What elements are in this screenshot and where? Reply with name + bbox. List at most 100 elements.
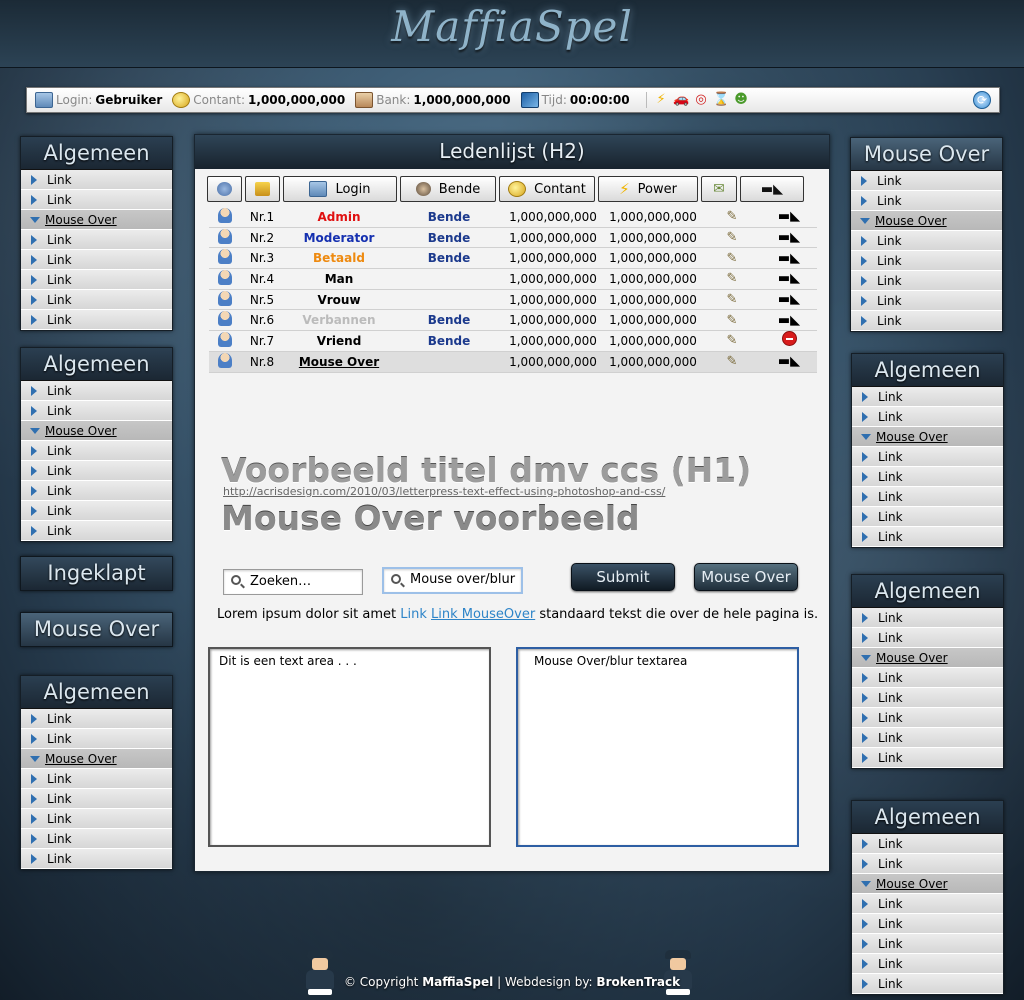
attack-column-button[interactable]: ▬◣ [740, 176, 804, 202]
message-column-button[interactable]: ✉ [701, 176, 737, 202]
menu-link[interactable]: Link [852, 708, 1003, 728]
search-input[interactable]: Zoeken… [223, 569, 363, 595]
send-message-icon[interactable]: ✎ [703, 251, 761, 266]
menu-title[interactable]: Algemeen [21, 137, 172, 170]
member-name[interactable]: Vrouw [283, 293, 395, 307]
table-row[interactable]: Nr.8 Mouse Over 1,000,000,000 1,000,000,000… [209, 351, 817, 373]
sort-power-button[interactable]: ⚡ Power [598, 176, 698, 202]
car-icon[interactable]: 🚗 [673, 92, 690, 108]
menu-link[interactable]: Link [852, 527, 1003, 547]
menu-link[interactable]: Mouse Over [21, 421, 172, 441]
send-message-icon[interactable]: ✎ [703, 333, 761, 348]
member-gang[interactable]: Bende [395, 313, 503, 327]
textarea-focused[interactable]: Mouse Over/blur textarea [516, 647, 799, 847]
mouse-over-button[interactable]: Mouse Over [694, 563, 798, 591]
gun-icon[interactable]: ▬◣ [761, 292, 817, 307]
menu-link[interactable]: Link [852, 688, 1003, 708]
menu-link[interactable]: Link [852, 728, 1003, 748]
menu-title[interactable]: Algemeen [852, 575, 1003, 608]
send-message-icon[interactable]: ✎ [703, 271, 761, 286]
menu-link[interactable]: Link [851, 171, 1002, 191]
menu-link[interactable]: Link [21, 769, 172, 789]
menu-link[interactable]: Link [21, 729, 172, 749]
sort-contant-button[interactable]: Contant [499, 176, 595, 202]
send-message-icon[interactable]: ✎ [703, 292, 761, 307]
menu-title[interactable]: Algemeen [21, 348, 172, 381]
menu-title[interactable]: Mouse Over [851, 138, 1002, 171]
sort-status-button[interactable] [207, 176, 242, 202]
menu-link[interactable]: Link [852, 628, 1003, 648]
sort-rank-button[interactable] [245, 176, 280, 202]
inline-link-hover[interactable]: Link MouseOver [431, 607, 535, 622]
site-logo[interactable]: MaffiaSpel [0, 2, 1024, 51]
menu-link[interactable]: Link [21, 461, 172, 481]
table-row[interactable]: Nr.7 Vriend Bende 1,000,000,000 1,000,000,00… [209, 331, 817, 352]
gun-icon[interactable]: ▬◣ [761, 313, 817, 328]
menu-link[interactable]: Link [851, 191, 1002, 211]
menu-link[interactable]: Link [21, 521, 172, 541]
menu-link[interactable]: Link [852, 387, 1003, 407]
menu-link[interactable]: Link [852, 834, 1003, 854]
menu-link[interactable]: Link [21, 501, 172, 521]
menu-link[interactable]: Link [852, 507, 1003, 527]
menu-link[interactable]: Link [851, 271, 1002, 291]
gun-icon[interactable]: ▬◣ [761, 271, 817, 286]
send-message-icon[interactable]: ✎ [703, 313, 761, 328]
menu-link[interactable]: Link [21, 290, 172, 310]
menu-link[interactable]: Mouse Over [851, 211, 1002, 231]
hourglass-icon[interactable]: ⌛ [713, 92, 730, 108]
menu-link[interactable]: Link [21, 481, 172, 501]
menu-link[interactable]: Mouse Over [852, 874, 1003, 894]
menu-link[interactable]: Link [852, 487, 1003, 507]
member-name[interactable]: Man [283, 272, 395, 286]
block-icon[interactable] [761, 331, 817, 350]
member-name[interactable]: Vriend [283, 334, 395, 348]
menu-link[interactable]: Link [852, 748, 1003, 768]
gun-icon[interactable]: ▬◣ [761, 209, 817, 224]
menu-link[interactable]: Link [21, 170, 172, 190]
menu-link[interactable]: Link [21, 250, 172, 270]
table-row[interactable]: Nr.1 Admin Bende 1,000,000,000 1,000,000,000… [209, 207, 817, 228]
menu-link[interactable]: Link [21, 441, 172, 461]
menu-link[interactable]: Link [21, 789, 172, 809]
member-name[interactable]: Betaald [283, 251, 395, 265]
footer-designer[interactable]: BrokenTrack [596, 975, 680, 989]
menu-link[interactable]: Link [21, 809, 172, 829]
table-row[interactable]: Nr.5 Vrouw 1,000,000,000 1,000,000,000 ✎ ▬◣ [209, 290, 817, 311]
menu-link[interactable]: Link [21, 849, 172, 869]
textarea[interactable]: Dit is een text area . . . [208, 647, 491, 847]
menu-title[interactable]: Algemeen [852, 801, 1003, 834]
gun-icon[interactable]: ▬◣ [761, 251, 817, 266]
member-gang[interactable]: Bende [395, 251, 503, 265]
menu-link[interactable]: Link [21, 270, 172, 290]
menu-link[interactable]: Link [852, 914, 1003, 934]
menu-link[interactable]: Link [21, 401, 172, 421]
menu-link[interactable]: Link [852, 668, 1003, 688]
menu-link[interactable]: Link [21, 190, 172, 210]
table-row[interactable]: Nr.6 Verbannen Bende 1,000,000,000 1,000,000… [209, 310, 817, 332]
menu-collapsed[interactable]: Ingeklapt [20, 556, 173, 591]
menu-link[interactable]: Link [21, 709, 172, 729]
menu-link[interactable]: Mouse Over [852, 427, 1003, 447]
menu-link[interactable]: Mouse Over [852, 648, 1003, 668]
menu-link[interactable]: Link [851, 231, 1002, 251]
member-name[interactable]: Verbannen [283, 313, 395, 327]
footer-brand[interactable]: MaffiaSpel [422, 975, 493, 989]
menu-link[interactable]: Link [21, 230, 172, 250]
menu-title[interactable]: Algemeen [852, 354, 1003, 387]
member-gang[interactable]: Bende [395, 210, 503, 224]
menu-link[interactable]: Mouse Over [21, 749, 172, 769]
gun-icon[interactable]: ▬◣ [761, 354, 817, 369]
member-gang[interactable]: Bende [395, 231, 503, 245]
menu-link[interactable]: Link [852, 934, 1003, 954]
menu-link[interactable]: Link [852, 447, 1003, 467]
table-row[interactable]: Nr.4 Man 1,000,000,000 1,000,000,000 ✎ ▬◣ [209, 269, 817, 290]
sort-bende-button[interactable]: Bende [400, 176, 496, 202]
menu-link[interactable]: Link [21, 310, 172, 330]
send-message-icon[interactable]: ✎ [703, 354, 761, 369]
menu-link[interactable]: Link [851, 251, 1002, 271]
table-row[interactable]: Nr.3 Betaald Bende 1,000,000,000 1,000,000,0… [209, 248, 817, 270]
smiley-icon[interactable]: ☻ [733, 92, 750, 108]
menu-link[interactable]: Link [852, 407, 1003, 427]
search-input-focused[interactable]: Mouse over/blur [382, 567, 523, 594]
